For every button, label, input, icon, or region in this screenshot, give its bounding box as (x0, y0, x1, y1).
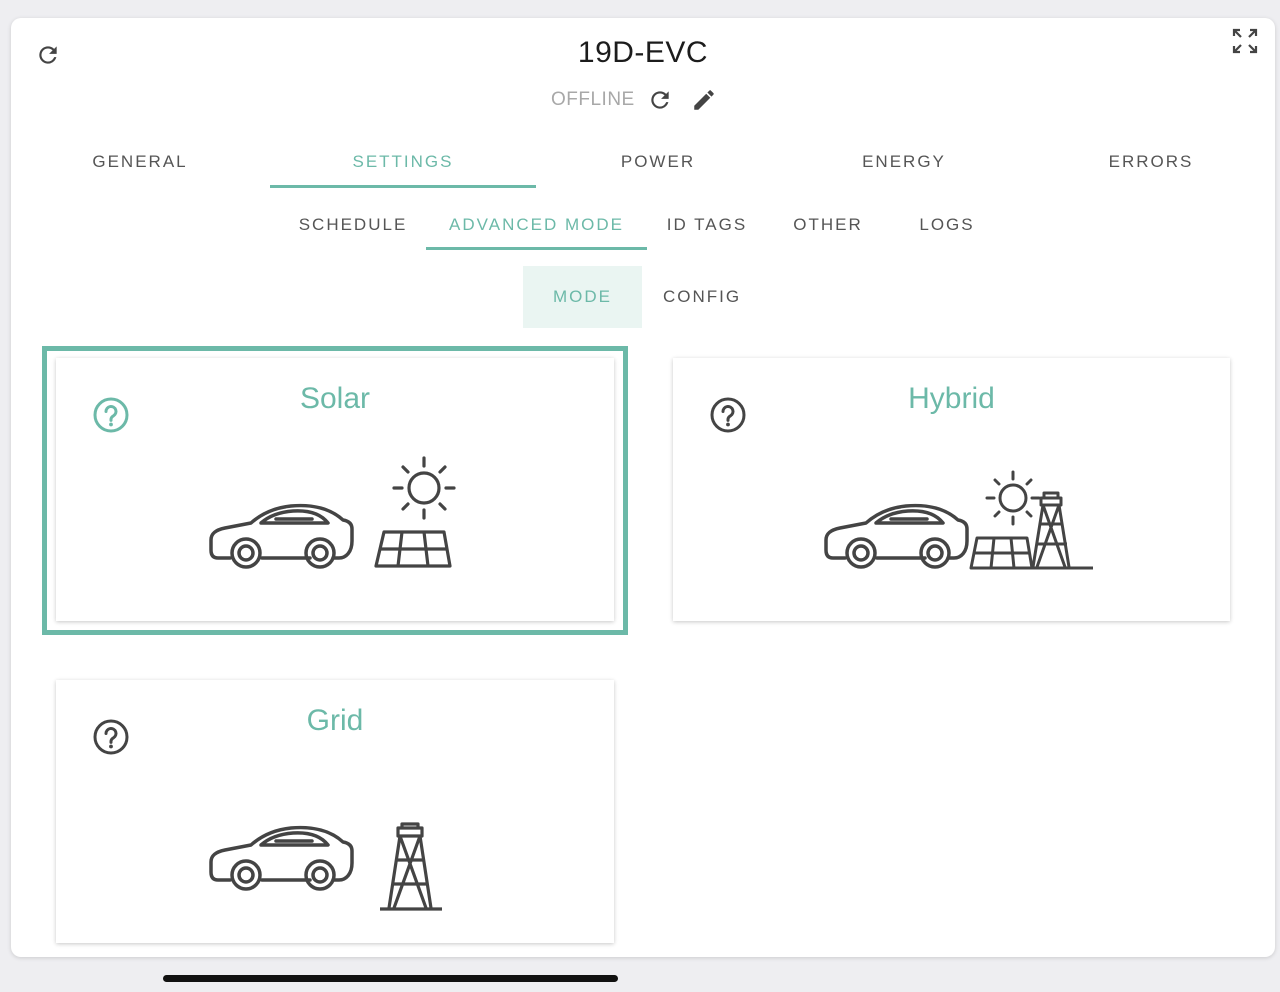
status-badge: OFFLINE (551, 89, 635, 110)
segment-mode[interactable]: MODE (523, 266, 642, 328)
main-tabs: GENERAL SETTINGS POWER ENERGY ERRORS (11, 136, 1275, 188)
help-icon[interactable] (92, 396, 130, 434)
status-row: OFFLINE (551, 85, 719, 115)
help-icon[interactable] (709, 396, 747, 434)
mode-title: Grid (306, 704, 364, 737)
mode-title: Solar (299, 382, 371, 415)
sun-icon (374, 456, 456, 568)
sun-icon (969, 470, 1093, 570)
edit-icon[interactable] (689, 85, 719, 115)
solar-panel-icon (374, 530, 452, 568)
tab-settings[interactable]: SETTINGS (270, 136, 536, 188)
segment-config[interactable]: CONFIG (647, 266, 757, 328)
subtab-id-tags[interactable]: ID TAGS (651, 200, 763, 250)
tab-general[interactable]: GENERAL (35, 136, 245, 188)
mode-card-solar[interactable]: Solar (56, 358, 614, 621)
car-icon (824, 503, 969, 569)
tab-errors[interactable]: ERRORS (1045, 136, 1257, 188)
tab-energy[interactable]: ENERGY (795, 136, 1013, 188)
help-icon[interactable] (92, 718, 130, 756)
mode-card-hybrid[interactable]: Hybrid (673, 358, 1230, 621)
power-tower-icon (380, 822, 442, 911)
car-icon (209, 503, 354, 569)
mode-card-grid[interactable]: Grid (56, 680, 614, 943)
home-indicator[interactable] (163, 975, 618, 982)
subtab-logs[interactable]: LOGS (897, 200, 997, 250)
mode-title: Hybrid (908, 382, 995, 415)
subtab-other[interactable]: OTHER (773, 200, 883, 250)
subtab-schedule[interactable]: SCHEDULE (285, 200, 421, 250)
charger-title: 19D-EVC (577, 36, 709, 69)
settings-subtabs: SCHEDULE ADVANCED MODE ID TAGS OTHER LOG… (11, 200, 1275, 250)
tab-power[interactable]: POWER (551, 136, 765, 188)
solar-panel-icon (969, 536, 1034, 570)
status-refresh-icon[interactable] (645, 85, 675, 115)
subtab-advanced-mode[interactable]: ADVANCED MODE (426, 200, 647, 250)
car-icon (209, 825, 354, 891)
charger-panel: 19D-EVC OFFLINE GENERAL SETTINGS POWER E… (11, 18, 1275, 957)
power-tower-icon (1031, 491, 1093, 570)
